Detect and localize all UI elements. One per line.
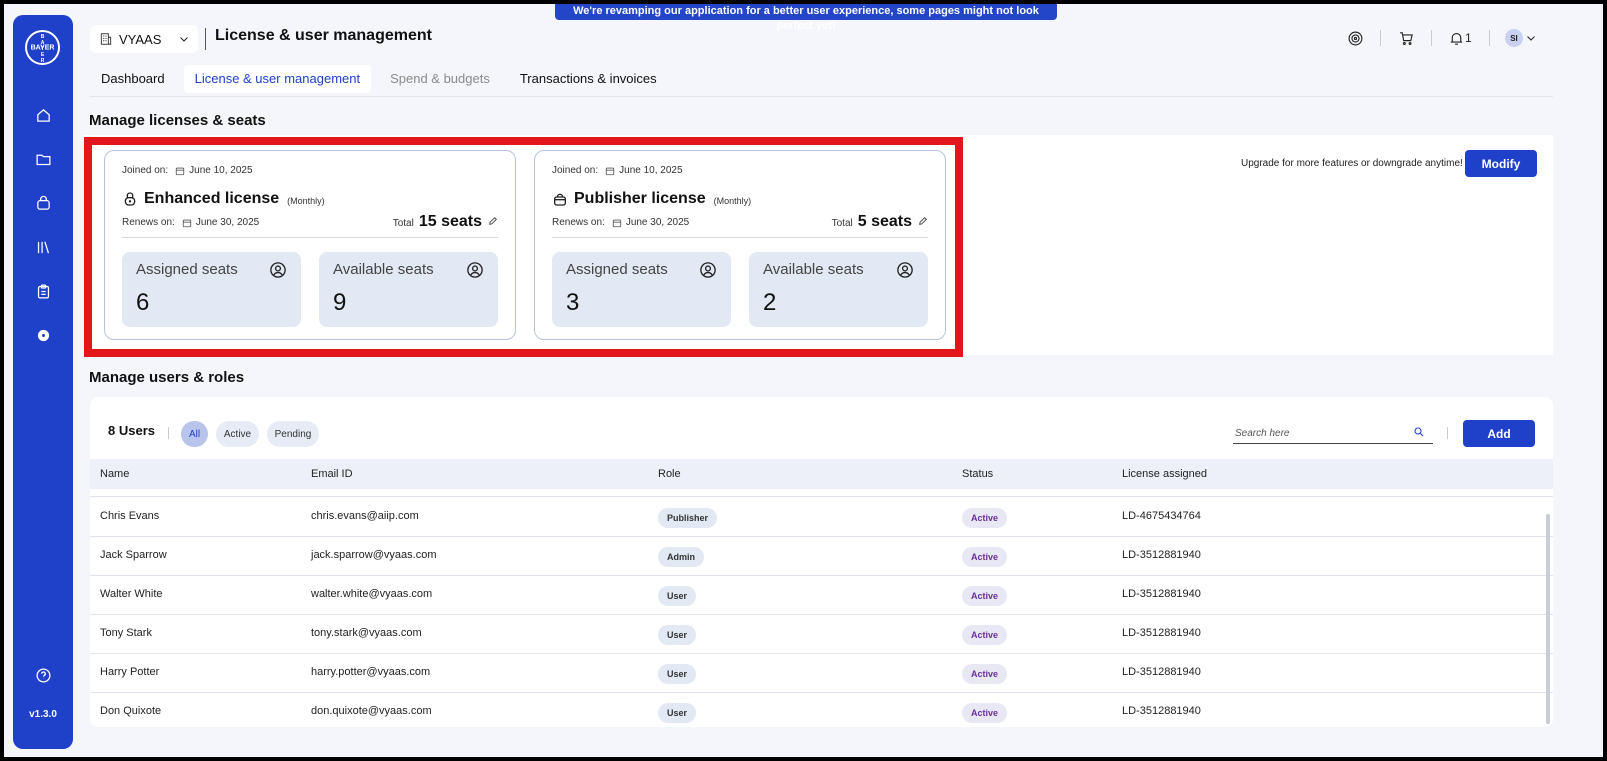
- table-scrollbar[interactable]: [1546, 514, 1550, 724]
- role-badge: User: [658, 703, 697, 723]
- license-id: LD-4675434764: [1122, 510, 1201, 522]
- filter-pending[interactable]: Pending: [267, 421, 319, 447]
- header-divider: [205, 28, 206, 50]
- tab-bar: Dashboard License & user management Spen…: [90, 65, 676, 93]
- status-badge: Active: [962, 547, 1008, 567]
- gear-icon[interactable]: [33, 325, 53, 345]
- column-header-name[interactable]: Name: [100, 468, 129, 480]
- highlight-box: [84, 137, 963, 357]
- user-email: jack.sparrow@vyaas.com: [311, 549, 437, 561]
- tab-transactions-invoices[interactable]: Transactions & invoices: [509, 65, 668, 93]
- bag-icon[interactable]: [33, 193, 53, 213]
- table-row[interactable]: Walter White walter.white@vyaas.com User…: [90, 576, 1553, 615]
- license-id: LD-3512881940: [1122, 627, 1201, 639]
- user-name: Don Quixote: [100, 705, 162, 717]
- revamp-banner: We're revamping our application for a be…: [555, 4, 1057, 32]
- sidebar: BAYER BAYER v1.3.0: [13, 15, 73, 749]
- help-icon[interactable]: [33, 665, 53, 685]
- search-separator: [1447, 427, 1448, 439]
- status-badge: Active: [962, 586, 1008, 606]
- tab-spend-budgets[interactable]: Spend & budgets: [379, 65, 501, 93]
- column-header-email[interactable]: Email ID: [311, 468, 353, 480]
- role-badge: User: [658, 664, 697, 684]
- upgrade-text: Upgrade for more features or downgrade a…: [1241, 158, 1463, 169]
- building-icon: [100, 33, 112, 45]
- license-id: LD-3512881940: [1122, 588, 1201, 600]
- app-version: v1.3.0: [29, 709, 57, 720]
- search-icon[interactable]: [1413, 426, 1425, 438]
- table-row-partial: [90, 489, 1553, 497]
- users-panel: 8 Users All Active Pending Add Name Emai…: [90, 397, 1553, 727]
- status-badge: Active: [962, 508, 1008, 528]
- page-title: License & user management: [215, 27, 432, 44]
- role-badge: User: [658, 586, 697, 606]
- user-email: walter.white@vyaas.com: [311, 588, 433, 600]
- filter-separator: [168, 427, 169, 439]
- column-header-license[interactable]: License assigned: [1122, 468, 1207, 480]
- bayer-logo[interactable]: BAYER BAYER: [25, 30, 60, 65]
- header-separator: [1489, 30, 1490, 46]
- app-window: We're revamping our application for a be…: [4, 4, 1603, 757]
- status-badge: Active: [962, 703, 1008, 723]
- user-name: Chris Evans: [100, 510, 160, 522]
- column-header-role[interactable]: Role: [658, 468, 681, 480]
- status-badge: Active: [962, 664, 1008, 684]
- user-name: Jack Sparrow: [100, 549, 167, 561]
- org-selector[interactable]: VYAAS: [90, 25, 198, 53]
- user-email: don.quixote@vyaas.com: [311, 705, 432, 717]
- tabs-divider: [90, 96, 1553, 97]
- tab-dashboard[interactable]: Dashboard: [90, 65, 176, 93]
- user-email: harry.potter@vyaas.com: [311, 666, 431, 678]
- filter-active[interactable]: Active: [216, 421, 259, 447]
- tab-license-user-management[interactable]: License & user management: [183, 65, 372, 93]
- avatar[interactable]: SI: [1505, 29, 1523, 47]
- header-separator: [1431, 30, 1432, 46]
- home-icon[interactable]: [33, 105, 53, 125]
- modify-button[interactable]: Modify: [1465, 150, 1537, 177]
- licenses-section-title: Manage licenses & seats: [89, 112, 266, 129]
- notification-count: 1: [1465, 31, 1472, 45]
- user-name: Harry Potter: [100, 666, 160, 678]
- users-section-title: Manage users & roles: [89, 369, 245, 386]
- role-badge: Admin: [658, 547, 704, 567]
- clipboard-icon[interactable]: [33, 281, 53, 301]
- user-name: Tony Stark: [100, 627, 152, 639]
- ai-assistant-icon[interactable]: [1345, 28, 1365, 48]
- user-email: tony.stark@vyaas.com: [311, 627, 422, 639]
- header-separator: [1380, 30, 1381, 46]
- folder-icon[interactable]: [33, 149, 53, 169]
- profile-menu-chevron-icon[interactable]: [1524, 28, 1538, 48]
- filter-all[interactable]: All: [181, 421, 208, 447]
- table-row[interactable]: Harry Potter harry.potter@vyaas.com User…: [90, 654, 1553, 693]
- user-email: chris.evans@aiip.com: [311, 510, 419, 522]
- table-row[interactable]: Chris Evans chris.evans@aiip.com Publish…: [90, 498, 1553, 537]
- users-count: 8 Users: [108, 423, 155, 438]
- chevron-down-icon: [180, 37, 188, 42]
- license-id: LD-3512881940: [1122, 705, 1201, 717]
- license-id: LD-3512881940: [1122, 666, 1201, 678]
- org-name: VYAAS: [119, 31, 162, 47]
- notifications-button[interactable]: 1: [1448, 28, 1478, 48]
- cart-icon[interactable]: [1396, 28, 1416, 48]
- search-input[interactable]: [1233, 424, 1433, 444]
- user-name: Walter White: [100, 588, 163, 600]
- column-header-status[interactable]: Status: [962, 468, 993, 480]
- role-badge: User: [658, 625, 697, 645]
- table-row[interactable]: Tony Stark tony.stark@vyaas.com User Act…: [90, 615, 1553, 654]
- role-badge: Publisher: [658, 508, 718, 528]
- bell-icon: [1450, 32, 1463, 45]
- status-badge: Active: [962, 625, 1008, 645]
- add-user-button[interactable]: Add: [1463, 420, 1535, 447]
- table-row[interactable]: Don Quixote don.quixote@vyaas.com User A…: [90, 693, 1553, 727]
- table-row[interactable]: Jack Sparrow jack.sparrow@vyaas.com Admi…: [90, 537, 1553, 576]
- license-id: LD-3512881940: [1122, 549, 1201, 561]
- library-icon[interactable]: [33, 237, 53, 257]
- table-header: Name Email ID Role Status License assign…: [90, 459, 1553, 489]
